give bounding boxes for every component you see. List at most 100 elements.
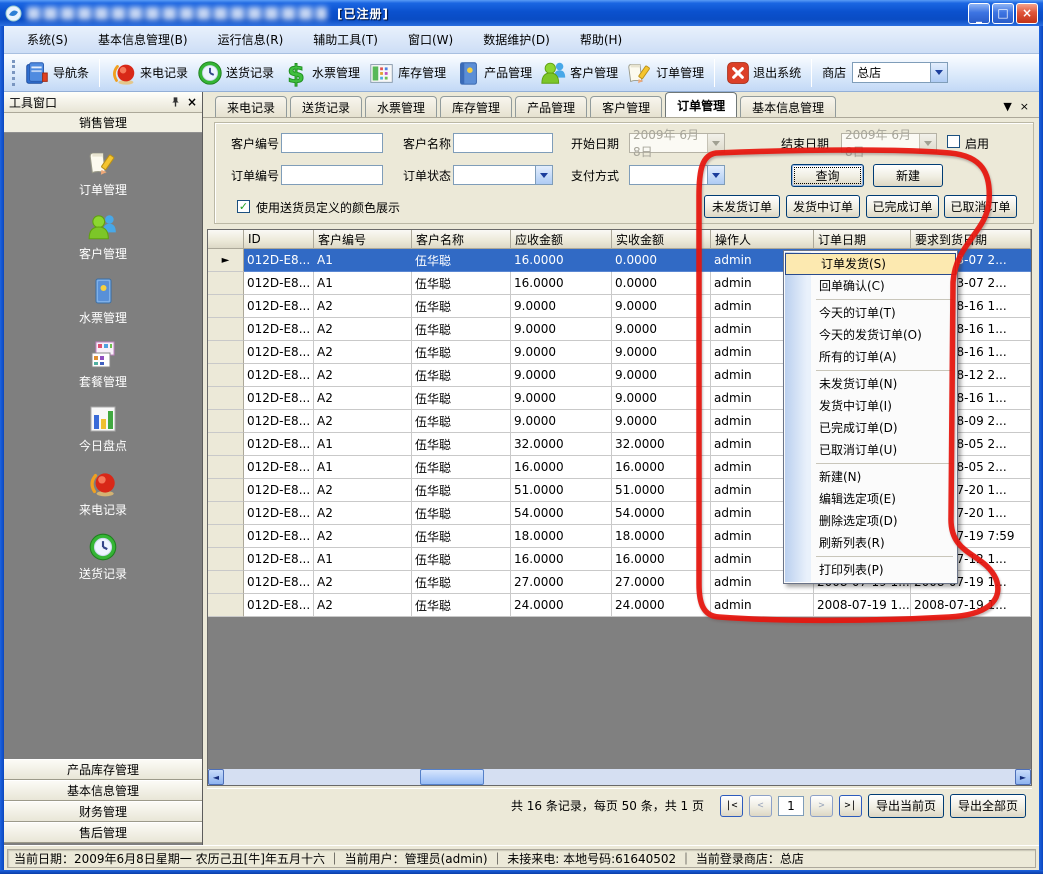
scroll-thumb[interactable]	[420, 769, 484, 785]
sidebar-group-basic-info[interactable]: 基本信息管理	[4, 780, 202, 801]
sidebar-item-today-inventory[interactable]: 今日盘点	[4, 396, 202, 460]
pin-icon[interactable]	[170, 96, 181, 108]
color-checkbox[interactable]: ✓	[237, 200, 250, 213]
header-required-date[interactable]: 要求到货日期	[911, 230, 1031, 249]
order-no-input[interactable]	[281, 165, 383, 185]
last-page-button[interactable]: >|	[839, 795, 862, 817]
prev-page-button[interactable]: <	[749, 795, 772, 817]
tab-product[interactable]: 产品管理	[515, 96, 587, 117]
customer-name-input[interactable]	[453, 133, 553, 153]
minimize-button[interactable]: _	[968, 3, 990, 24]
header-customer-name[interactable]: 客户名称	[412, 230, 511, 249]
call-record-button[interactable]: 来电记录	[106, 57, 192, 89]
header-receivable[interactable]: 应收金额	[511, 230, 612, 249]
tab-inventory[interactable]: 库存管理	[440, 96, 512, 117]
header-id[interactable]: ID	[244, 230, 314, 249]
row-selector[interactable]	[208, 341, 244, 364]
end-date-picker[interactable]: 2009年 6月 8日	[841, 133, 937, 153]
row-selector[interactable]	[208, 410, 244, 433]
row-selector[interactable]	[208, 364, 244, 387]
menu-data-maintain[interactable]: 数据维护(D)	[470, 27, 563, 52]
menu-basic-info[interactable]: 基本信息管理(B)	[85, 27, 201, 52]
menu-item-today-shipped-orders[interactable]: 今天的发货订单(O)	[784, 324, 957, 346]
tab-basic-info[interactable]: 基本信息管理	[740, 96, 836, 117]
menu-item-refresh-list[interactable]: 刷新列表(R)	[784, 532, 957, 554]
pay-method-select[interactable]	[629, 165, 725, 185]
menu-item-completed-orders[interactable]: 已完成订单(D)	[784, 417, 957, 439]
sidebar-item-call-record[interactable]: 来电记录	[4, 460, 202, 524]
inventory-button[interactable]: 库存管理	[364, 57, 450, 89]
menu-item-edit-selected[interactable]: 编辑选定项(E)	[784, 488, 957, 510]
menu-item-ship-order[interactable]: 订单发货(S)	[785, 253, 956, 275]
customer-no-input[interactable]	[281, 133, 383, 153]
menu-item-shipping-orders[interactable]: 发货中订单(I)	[784, 395, 957, 417]
row-selector[interactable]	[208, 525, 244, 548]
customer-button[interactable]: 客户管理	[536, 57, 622, 89]
row-selector[interactable]	[208, 433, 244, 456]
header-order-date[interactable]: 订单日期	[814, 230, 911, 249]
tab-water-ticket[interactable]: 水票管理	[365, 96, 437, 117]
sidebar-section-sales[interactable]: 销售管理	[4, 113, 202, 133]
tab-order[interactable]: 订单管理	[665, 92, 737, 117]
filter-cancelled-button[interactable]: 已取消订单	[944, 195, 1017, 218]
exit-button[interactable]: 退出系统	[721, 58, 805, 88]
restore-button[interactable]: □	[992, 3, 1014, 24]
menu-item-new[interactable]: 新建(N)	[784, 466, 957, 488]
filter-shipping-button[interactable]: 发货中订单	[786, 195, 860, 218]
export-current-page-button[interactable]: 导出当前页	[868, 794, 944, 818]
row-selector[interactable]	[208, 272, 244, 295]
sidebar-item-order[interactable]: 订单管理	[4, 140, 202, 204]
table-row[interactable]: 012D-E8...A2伍华聪24.000024.0000admin2008-0…	[208, 594, 1031, 617]
header-operator[interactable]: 操作人	[711, 230, 814, 249]
menu-item-today-orders[interactable]: 今天的订单(T)	[784, 302, 957, 324]
sidebar-item-water-ticket[interactable]: 水票管理	[4, 268, 202, 332]
toolbar-grip[interactable]	[12, 60, 15, 86]
row-selector[interactable]	[208, 387, 244, 410]
row-selector[interactable]	[208, 502, 244, 525]
tab-call-record[interactable]: 来电记录	[215, 96, 287, 117]
filter-completed-button[interactable]: 已完成订单	[866, 195, 939, 218]
menu-help[interactable]: 帮助(H)	[567, 27, 635, 52]
order-status-select[interactable]	[453, 165, 553, 185]
enable-checkbox[interactable]	[947, 135, 960, 148]
row-selector[interactable]	[208, 548, 244, 571]
water-ticket-button[interactable]: $ 水票管理	[278, 57, 364, 89]
sidebar-group-finance[interactable]: 财务管理	[4, 801, 202, 822]
first-page-button[interactable]: |<	[720, 795, 743, 817]
sidebar-item-customer[interactable]: 客户管理	[4, 204, 202, 268]
new-button[interactable]: 新建	[873, 164, 943, 187]
close-icon[interactable]: ×	[187, 95, 197, 109]
next-page-button[interactable]: >	[810, 795, 833, 817]
row-selector[interactable]	[208, 594, 244, 617]
sidebar-group-product-stock[interactable]: 产品库存管理	[4, 759, 202, 780]
tab-delivery-record[interactable]: 送货记录	[290, 96, 362, 117]
header-customer-no[interactable]: 客户编号	[314, 230, 412, 249]
row-selector[interactable]	[208, 295, 244, 318]
menu-item-cancelled-orders[interactable]: 已取消订单(U)	[784, 439, 957, 461]
menu-system[interactable]: 系统(S)	[14, 27, 81, 52]
menu-item-print-list[interactable]: 打印列表(P)	[784, 559, 957, 581]
menu-item-unshipped-orders[interactable]: 未发货订单(N)	[784, 373, 957, 395]
row-selector[interactable]: ►	[208, 249, 244, 272]
scroll-left-arrow[interactable]: ◄	[208, 769, 224, 785]
menu-aux-tools[interactable]: 辅助工具(T)	[300, 27, 391, 52]
scroll-right-arrow[interactable]: ►	[1015, 769, 1031, 785]
start-date-picker[interactable]: 2009年 6月 8日	[629, 133, 725, 153]
header-received[interactable]: 实收金额	[612, 230, 711, 249]
menu-item-confirm-return[interactable]: 回单确认(C)	[784, 275, 957, 297]
close-button[interactable]: ×	[1016, 3, 1038, 24]
chevron-down-icon[interactable]: ▼	[1003, 100, 1011, 113]
page-number-input[interactable]: 1	[778, 796, 804, 816]
row-selector[interactable]	[208, 479, 244, 502]
query-button[interactable]: 查询	[791, 164, 864, 187]
sidebar-item-package[interactable]: 套餐管理	[4, 332, 202, 396]
menu-run-info[interactable]: 运行信息(R)	[205, 27, 297, 52]
shop-select[interactable]: 总店	[852, 62, 948, 83]
menu-item-all-orders[interactable]: 所有的订单(A)	[784, 346, 957, 368]
row-selector[interactable]	[208, 456, 244, 479]
navigator-button[interactable]: 导航条	[19, 57, 93, 89]
menu-window[interactable]: 窗口(W)	[395, 27, 466, 52]
delivery-record-button[interactable]: 送货记录	[192, 57, 278, 89]
menu-item-delete-selected[interactable]: 删除选定项(D)	[784, 510, 957, 532]
row-selector[interactable]	[208, 318, 244, 341]
